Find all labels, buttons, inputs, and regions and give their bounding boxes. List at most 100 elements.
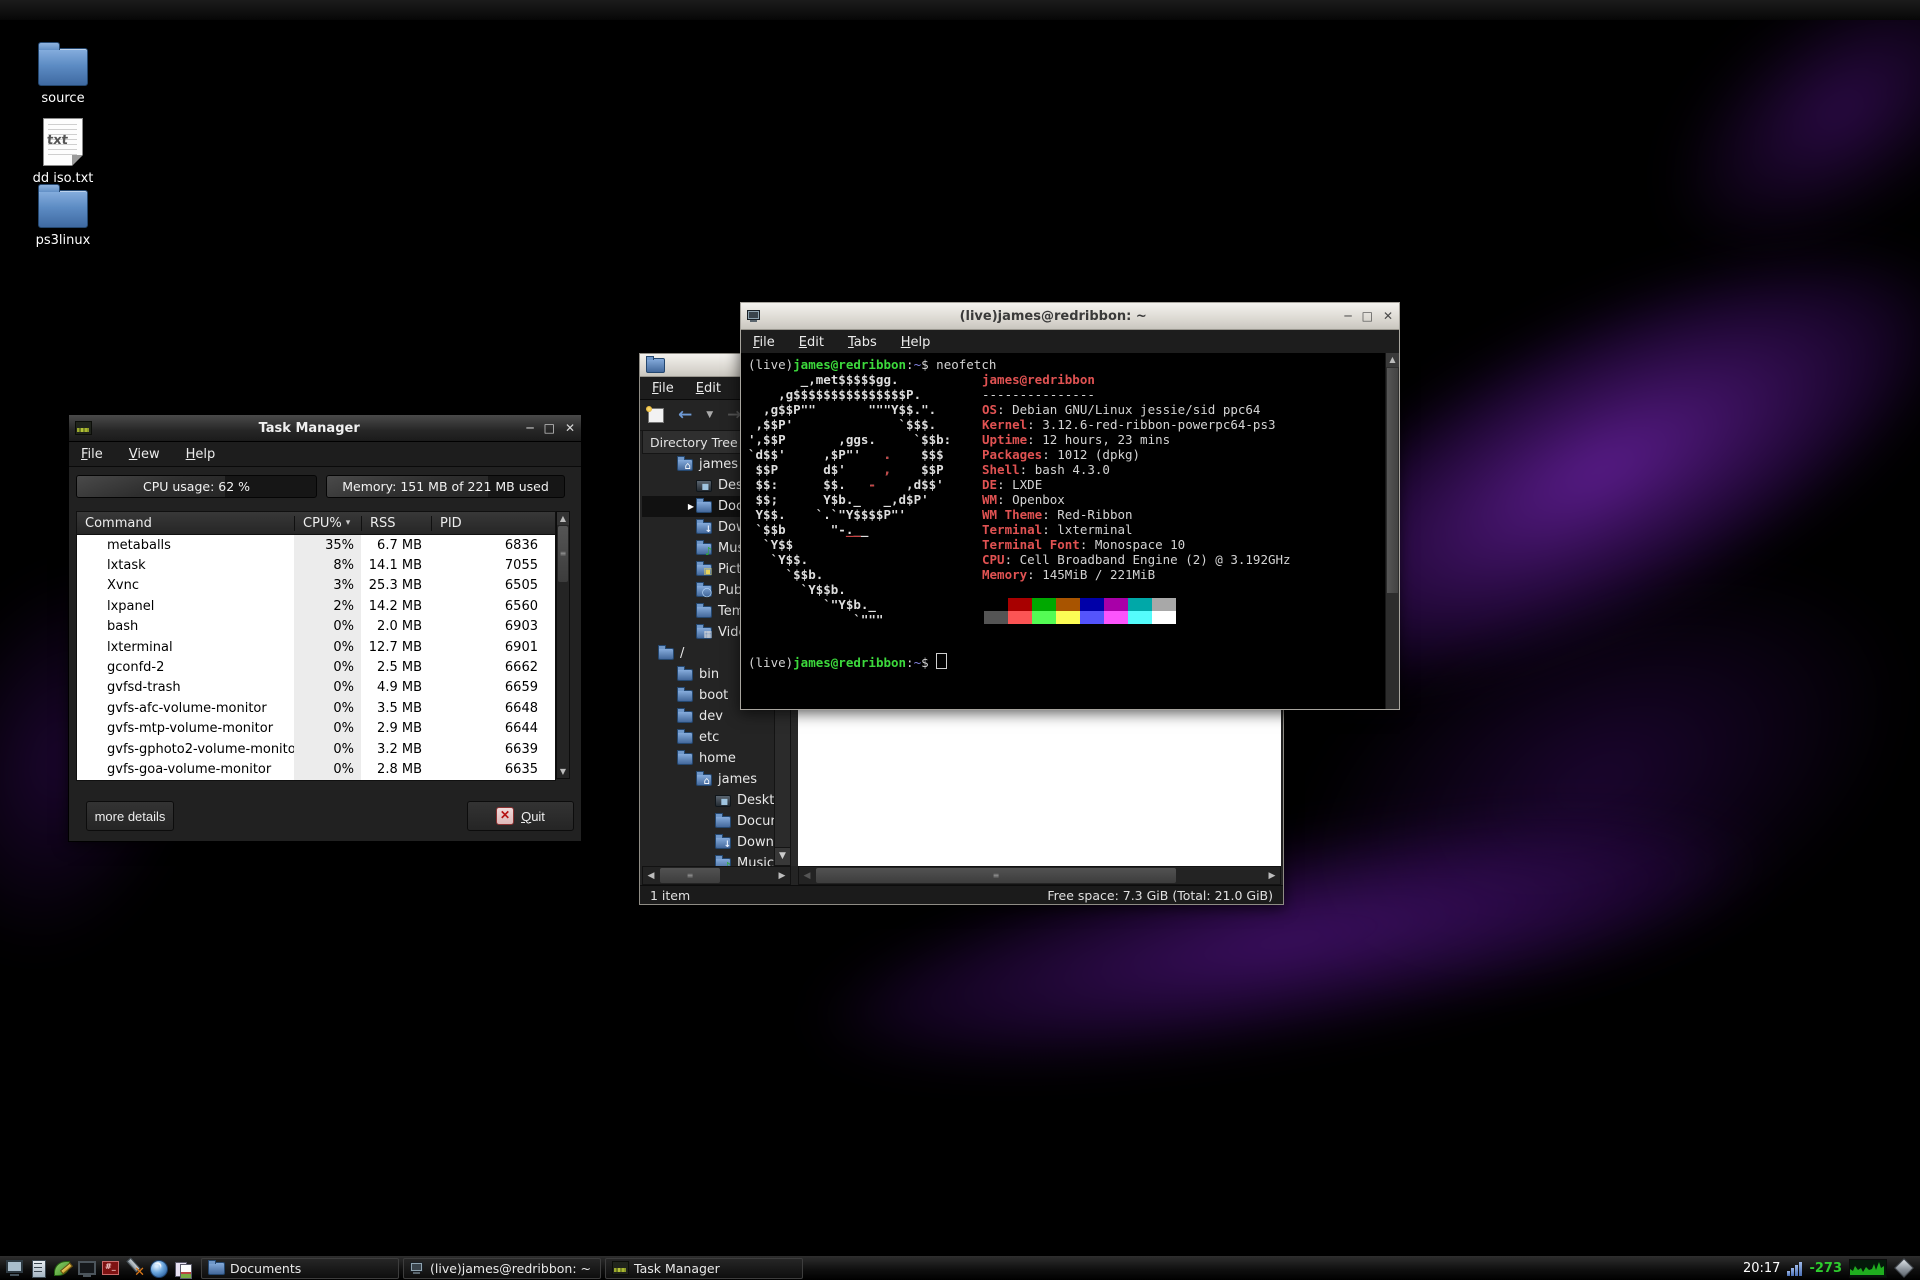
task-manager-titlebar[interactable]: Task Manager ─ □ ✕ — [69, 415, 581, 442]
tree-item-home[interactable]: home — [642, 748, 774, 769]
cpu-monitor-graph[interactable] — [1849, 1259, 1887, 1278]
clock[interactable]: 20:17 — [1743, 1261, 1780, 1276]
new-tab-icon[interactable] — [648, 408, 664, 423]
maximize-button[interactable]: □ — [1362, 310, 1373, 322]
process-row-lxtask[interactable]: lxtask8%14.1 MB7055 — [77, 555, 555, 575]
terminal-scrollbar[interactable]: ▲ — [1385, 353, 1399, 709]
music-icon: ♪ — [696, 543, 712, 555]
lxtask-launcher-icon[interactable] — [124, 1258, 145, 1279]
graph-icon — [612, 1261, 629, 1275]
task-manager-icon — [75, 421, 92, 435]
scroll-left-icon[interactable]: ◀ — [799, 867, 815, 884]
palette-block — [1152, 598, 1176, 611]
usage-bars: CPU usage: 62 % Memory: 151 MB of 221 MB… — [69, 475, 581, 501]
palette-row-1 — [984, 598, 1176, 611]
network-signal-icon[interactable] — [1787, 1261, 1802, 1276]
scroll-right-icon[interactable]: ▶ — [774, 867, 790, 884]
column-rss[interactable]: RSS — [361, 516, 431, 531]
scrollbar-thumb[interactable]: ≡ — [558, 526, 568, 582]
process-row-metaballs[interactable]: metaballs35%6.7 MB6836 — [77, 535, 555, 555]
process-row-gconfd-2[interactable]: gconfd-20%2.5 MB6662 — [77, 657, 555, 677]
chip-icon[interactable] — [1894, 1258, 1914, 1278]
fm-menu-file[interactable]: File — [652, 381, 674, 396]
column-cpu[interactable]: CPU%▾ — [294, 516, 361, 531]
scroll-right-icon[interactable]: ▶ — [1264, 867, 1280, 884]
image-viewer-launcher-icon[interactable] — [172, 1258, 193, 1279]
maximize-button[interactable]: □ — [544, 422, 555, 434]
process-row-gvfs-mtp-volume-monitor[interactable]: gvfs-mtp-volume-monitor0%2.9 MB6644 — [77, 719, 555, 739]
neofetch-field-uptime: Uptime: 12 hours, 23 mins — [982, 432, 1291, 447]
palette-block — [1032, 611, 1056, 624]
desktop-icon-dd-iso-txt[interactable]: txtdd iso.txt — [8, 118, 118, 186]
process-row-gvfs-afc-volume-monitor[interactable]: gvfs-afc-volume-monitor0%3.5 MB6648 — [77, 698, 555, 718]
scroll-up-icon[interactable]: ▲ — [557, 512, 569, 525]
file-manager-launcher-icon[interactable] — [28, 1258, 49, 1279]
minimize-button[interactable]: ─ — [526, 422, 533, 434]
history-chevron-icon[interactable]: ▼ — [706, 410, 713, 420]
palette-block — [1152, 611, 1176, 624]
process-row-lxpanel[interactable]: lxpanel2%14.2 MB6560 — [77, 596, 555, 616]
scroll-down-icon[interactable]: ▼ — [775, 847, 790, 865]
taskbar-window-documents[interactable]: Documents — [201, 1258, 399, 1279]
tree-item-documents[interactable]: Documents — [642, 811, 774, 832]
cpu-usage-bar: CPU usage: 62 % — [76, 475, 317, 498]
tree-item-label: james — [718, 772, 757, 787]
process-table-header: Command CPU%▾ RSS PID — [76, 511, 556, 535]
tree-item-james[interactable]: ⌂james — [642, 769, 774, 790]
desktop-icon-source[interactable]: source — [8, 48, 118, 106]
term-menu-help[interactable]: Help — [901, 335, 931, 350]
tree-item-etc[interactable]: etc — [642, 727, 774, 748]
desktop-icon: ■ — [715, 795, 731, 807]
gmrun-launcher-icon[interactable] — [100, 1258, 121, 1279]
fm-menu-edit[interactable]: Edit — [696, 381, 721, 396]
main-hscrollbar[interactable]: ◀ ≡ ▶ — [798, 866, 1281, 885]
desktop-icon-ps3linux[interactable]: ps3linux — [8, 190, 118, 248]
process-list-scrollbar[interactable]: ▲ ≡ ▼ — [556, 511, 570, 779]
tree-item-downloads[interactable]: ↓Downloads — [642, 832, 774, 853]
scrollbar-thumb[interactable]: ≡ — [816, 868, 1176, 883]
process-row-xvnc[interactable]: Xvnc3%25.3 MB6505 — [77, 576, 555, 596]
leafpad-launcher-icon[interactable] — [52, 1258, 73, 1279]
tm-menu-file[interactable]: File — [81, 447, 103, 462]
close-button[interactable]: ✕ — [1383, 310, 1393, 322]
pictures-icon: ▣ — [696, 564, 712, 576]
taskbar-window-live-james-redribbon[interactable]: (live)james@redribbon: ~ — [403, 1258, 601, 1279]
scrollbar-thumb[interactable]: ≡ — [660, 868, 720, 883]
quit-button[interactable]: ✕ Quit — [467, 801, 574, 831]
term-menu-edit[interactable]: Edit — [799, 335, 824, 350]
process-row-gvfs-goa-volume-monitor[interactable]: gvfs-goa-volume-monitor0%2.8 MB6635 — [77, 759, 555, 779]
scroll-left-icon[interactable]: ◀ — [643, 867, 659, 884]
tm-menu-help[interactable]: Help — [186, 447, 216, 462]
column-pid[interactable]: PID — [431, 516, 555, 531]
process-row-gvfsd-trash[interactable]: gvfsd-trash0%4.9 MB6659 — [77, 678, 555, 698]
term-menu-tabs[interactable]: Tabs — [848, 335, 877, 350]
show-desktop-launcher-icon[interactable] — [4, 1258, 25, 1279]
expander-icon[interactable]: ▶ — [686, 502, 696, 511]
process-row-lxterminal[interactable]: lxterminal0%12.7 MB6901 — [77, 637, 555, 657]
terminal-content[interactable]: (live)james@redribbon:~$ neofetch _,met$… — [741, 353, 1386, 709]
scrollbar-thumb[interactable] — [1387, 368, 1398, 593]
lxterminal-launcher-icon[interactable] — [76, 1258, 97, 1279]
close-button[interactable]: ✕ — [565, 422, 575, 434]
web-browser-launcher-icon[interactable] — [148, 1258, 169, 1279]
tree-item-label: boot — [699, 688, 728, 703]
scroll-up-icon[interactable]: ▲ — [1386, 353, 1399, 367]
tm-menu-view[interactable]: View — [129, 447, 160, 462]
terminal-titlebar[interactable]: (live)james@redribbon: ~ ─ □ ✕ — [741, 303, 1399, 330]
scroll-down-icon[interactable]: ▼ — [557, 765, 569, 778]
term-menu-file[interactable]: File — [753, 335, 775, 350]
more-details-button[interactable]: more details — [86, 801, 174, 831]
tree-item-music[interactable]: ♪Music — [642, 853, 774, 866]
tree-item-label: james — [699, 457, 738, 472]
process-row-gvfs-gphoto2-volume-monitor[interactable]: gvfs-gphoto2-volume-monitor0%3.2 MB6639 — [77, 739, 555, 759]
tree-item-desktop[interactable]: ■Desktop — [642, 790, 774, 811]
taskbar-window-task-manager[interactable]: Task Manager — [605, 1258, 803, 1279]
back-icon[interactable]: ← — [678, 407, 692, 424]
temperature-monitor[interactable]: -273 — [1809, 1261, 1842, 1276]
tree-hscrollbar[interactable]: ◀ ≡ ▶ — [642, 866, 791, 885]
folder-icon — [696, 606, 712, 618]
folder-icon — [696, 501, 712, 513]
column-command[interactable]: Command — [77, 516, 294, 531]
process-row-bash[interactable]: bash0%2.0 MB6903 — [77, 617, 555, 637]
minimize-button[interactable]: ─ — [1344, 310, 1351, 322]
